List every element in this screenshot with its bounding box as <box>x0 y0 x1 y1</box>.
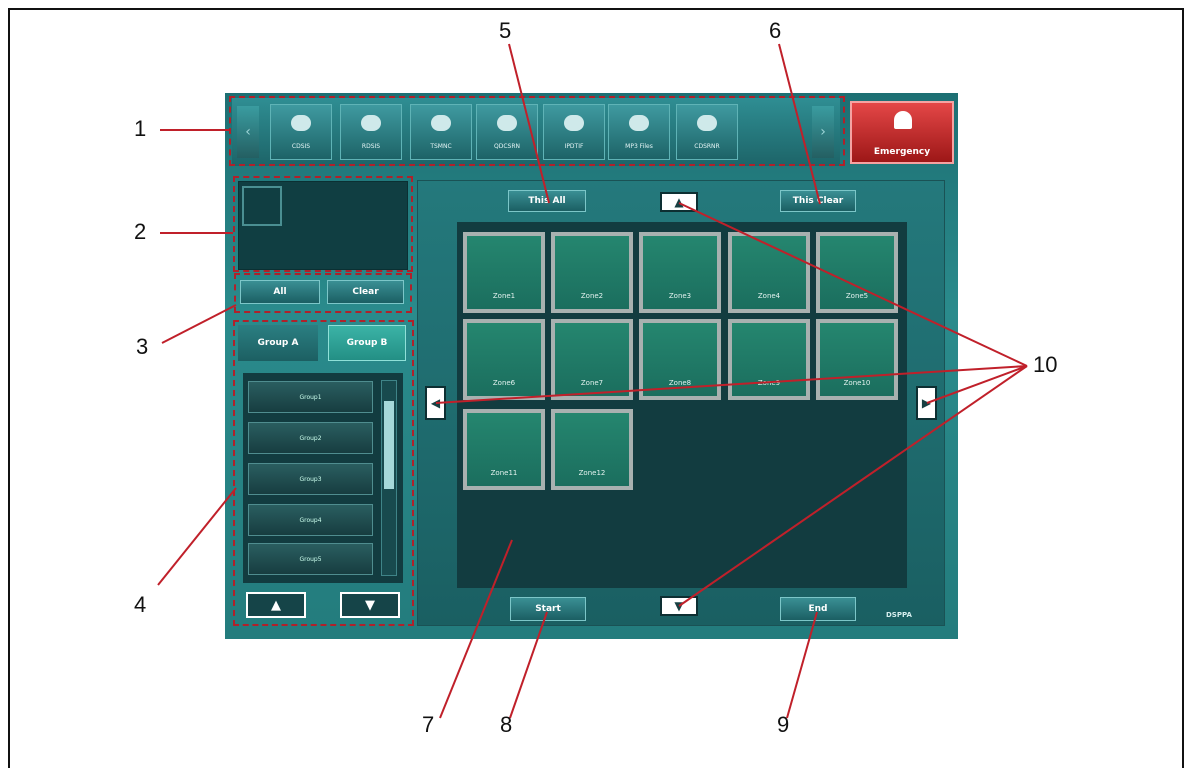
arrow-down-icon: ▼ <box>674 599 684 613</box>
arrow-right-icon: ▶ <box>921 396 932 410</box>
emergency-label: Emergency <box>873 147 931 157</box>
scroll-left-button[interactable]: ◀ <box>425 386 446 420</box>
zone-label: Zone10 <box>843 379 871 387</box>
scroll-right-button[interactable]: ▶ <box>916 386 937 420</box>
start-button[interactable]: Start <box>510 597 586 621</box>
zone-label: Zone12 <box>578 469 606 477</box>
callout-region-preview <box>233 176 413 272</box>
zone-tile[interactable]: Zone10 <box>816 319 898 400</box>
zone-tile[interactable]: Zone5 <box>816 232 898 313</box>
zone-label: Zone9 <box>757 379 781 387</box>
zone-label: Zone4 <box>757 292 781 300</box>
arrow-left-icon: ◀ <box>430 396 441 410</box>
this-clear-button[interactable]: This Clear <box>780 190 856 212</box>
zone-label: Zone1 <box>492 292 516 300</box>
zone-tile[interactable]: Zone1 <box>463 232 545 313</box>
alarm-siren-icon <box>894 111 912 129</box>
callout-number: 3 <box>136 334 149 359</box>
callout-number: 6 <box>769 18 782 43</box>
callout-number: 4 <box>134 592 147 617</box>
zone-label: Zone6 <box>492 379 516 387</box>
zone-label: Zone5 <box>845 292 869 300</box>
callout-number: 10 <box>1033 352 1058 377</box>
callout-region-all-clear <box>234 273 412 313</box>
zone-tile[interactable]: Zone9 <box>728 319 810 400</box>
zone-tile[interactable]: Zone3 <box>639 232 721 313</box>
zone-label: Zone8 <box>668 379 692 387</box>
scroll-down-button[interactable]: ▼ <box>660 596 698 616</box>
callout-number: 9 <box>777 712 790 737</box>
arrow-up-icon: ▲ <box>674 195 684 209</box>
brand-logo: DSPPA <box>886 611 912 619</box>
zone-tile[interactable]: Zone4 <box>728 232 810 313</box>
scroll-up-button[interactable]: ▲ <box>660 192 698 212</box>
zone-tile[interactable]: Zone8 <box>639 319 721 400</box>
callout-number: 5 <box>499 18 512 43</box>
zone-tile[interactable]: Zone7 <box>551 319 633 400</box>
zone-label: Zone3 <box>668 292 692 300</box>
callout-number: 1 <box>134 116 147 141</box>
this-all-button[interactable]: This All <box>508 190 586 212</box>
callout-number: 2 <box>134 219 147 244</box>
zone-tile[interactable]: Zone6 <box>463 319 545 400</box>
zone-label: Zone7 <box>580 379 604 387</box>
zone-tile[interactable]: Zone2 <box>551 232 633 313</box>
zone-tile[interactable]: Zone11 <box>463 409 545 490</box>
zone-label: Zone2 <box>580 292 604 300</box>
callout-region-toolbar <box>229 96 845 166</box>
callout-region-groups <box>233 320 414 626</box>
zone-label: Zone11 <box>490 469 518 477</box>
end-button[interactable]: End <box>780 597 856 621</box>
callout-number: 7 <box>422 712 435 737</box>
emergency-button[interactable]: Emergency <box>850 101 954 164</box>
callout-number: 8 <box>500 712 513 737</box>
zone-tile[interactable]: Zone12 <box>551 409 633 490</box>
